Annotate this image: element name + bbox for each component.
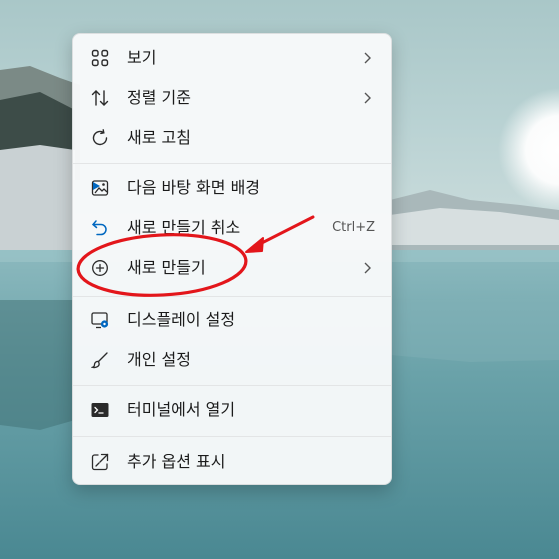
menu-item-label: 디스플레이 설정 xyxy=(127,310,236,329)
menu-item-label: 추가 옵션 표시 xyxy=(127,452,226,471)
grid-icon xyxy=(91,49,109,67)
menu-item-label: 새로 만들기 xyxy=(127,258,206,277)
menu-item-label: 보기 xyxy=(127,48,157,67)
menu-item-open-terminal[interactable]: 터미널에서 열기 xyxy=(77,392,387,428)
more-options-icon xyxy=(91,453,109,471)
brush-icon xyxy=(91,351,109,369)
menu-item-label: 개인 설정 xyxy=(127,350,191,369)
menu-separator xyxy=(73,385,391,386)
menu-item-label: 새로 고침 xyxy=(127,128,191,147)
terminal-icon xyxy=(91,401,109,419)
menu-item-display-settings[interactable]: 디스플레이 설정 xyxy=(77,302,387,338)
menu-item-sort-by[interactable]: 정렬 기준 xyxy=(77,80,387,116)
menu-item-view[interactable]: 보기 xyxy=(77,40,387,76)
menu-item-show-more-options[interactable]: 추가 옵션 표시 xyxy=(77,444,387,480)
menu-separator xyxy=(73,163,391,164)
next-background-icon xyxy=(91,179,109,197)
menu-separator xyxy=(73,296,391,297)
display-settings-icon xyxy=(91,311,109,329)
chevron-right-icon xyxy=(361,260,373,276)
sort-icon xyxy=(91,89,109,107)
chevron-right-icon xyxy=(361,90,373,106)
desktop-context-menu: 보기 정렬 기준 새로 고침 다음 바탕 화면 배경 새로 만들기 취소 Ctr… xyxy=(72,33,392,485)
menu-item-label: 정렬 기준 xyxy=(127,88,191,107)
menu-item-label: 새로 만들기 취소 xyxy=(127,218,241,237)
menu-item-personalize[interactable]: 개인 설정 xyxy=(77,342,387,378)
plus-circle-icon xyxy=(91,259,109,277)
menu-item-next-background[interactable]: 다음 바탕 화면 배경 xyxy=(77,170,387,206)
menu-item-refresh[interactable]: 새로 고침 xyxy=(77,120,387,156)
menu-item-undo-new[interactable]: 새로 만들기 취소 Ctrl+Z xyxy=(77,210,387,246)
refresh-icon xyxy=(91,129,109,147)
menu-item-label: 다음 바탕 화면 배경 xyxy=(127,178,261,197)
undo-icon xyxy=(91,219,109,237)
menu-item-new[interactable]: 새로 만들기 xyxy=(77,250,387,286)
chevron-right-icon xyxy=(361,50,373,66)
menu-item-label: 터미널에서 열기 xyxy=(127,400,236,419)
menu-separator xyxy=(73,436,391,437)
keyboard-shortcut: Ctrl+Z xyxy=(332,220,375,235)
